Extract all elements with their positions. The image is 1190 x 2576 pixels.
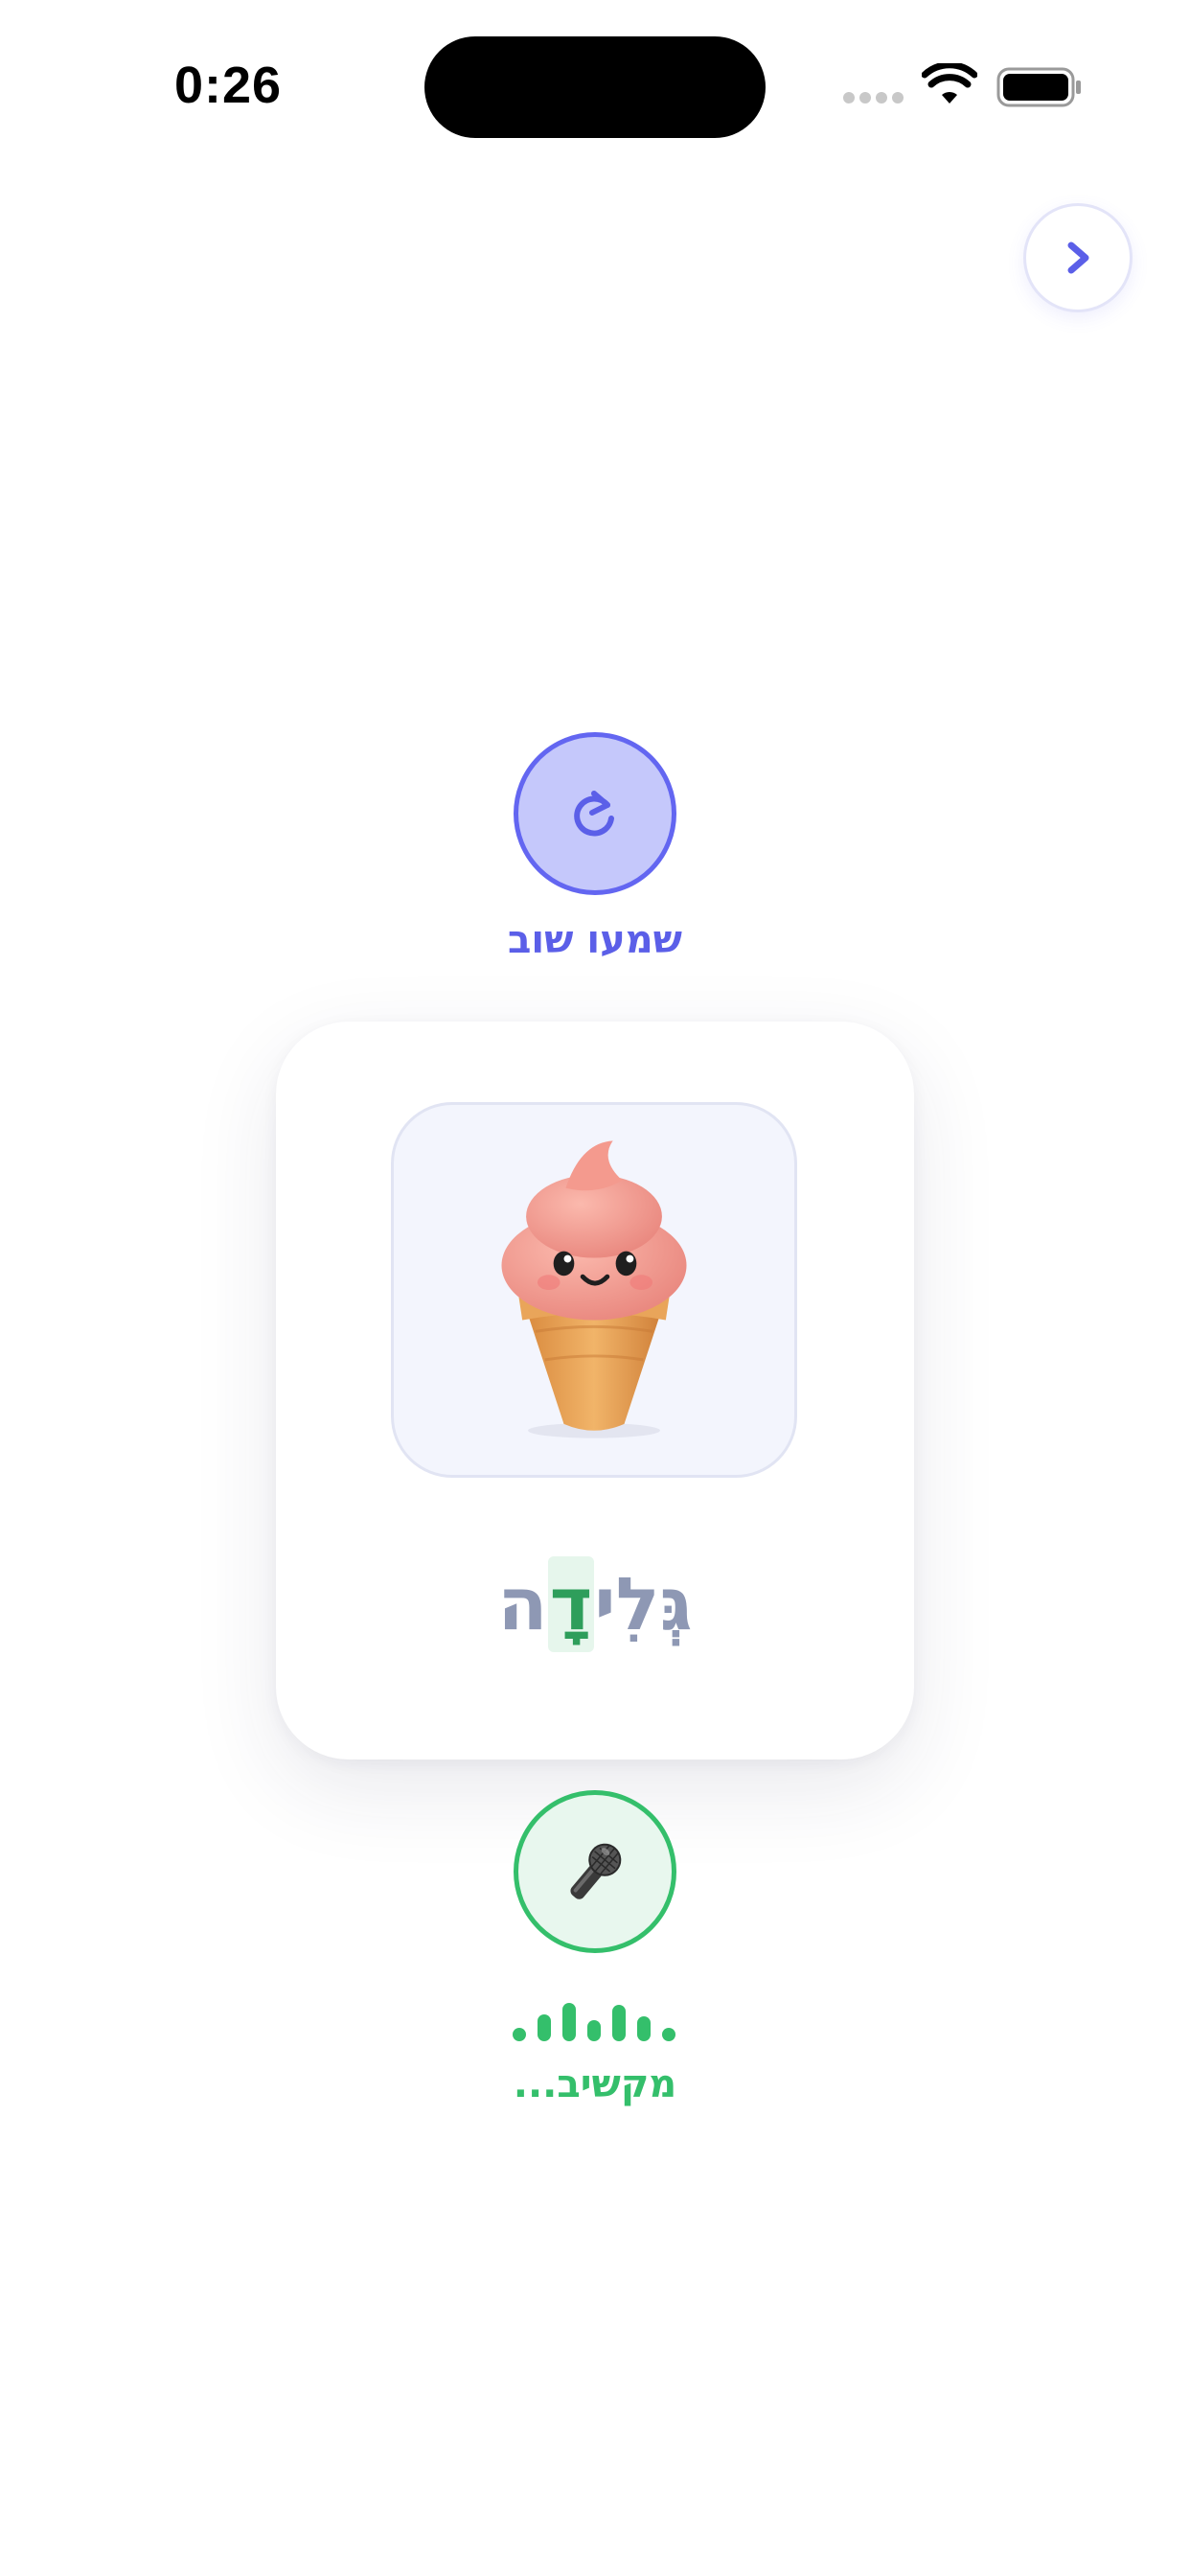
word-syllable: י bbox=[594, 1561, 616, 1646]
signal-icon bbox=[843, 92, 904, 105]
word-syllable-highlighted: דָ bbox=[547, 1556, 595, 1652]
replay-button[interactable] bbox=[514, 732, 676, 895]
screen: 0:26 שמעו שוב גְּלִידָה מקשיב... bbox=[0, 0, 1190, 2576]
word-image-frame bbox=[391, 1102, 797, 1478]
audio-level-indicator bbox=[513, 1999, 677, 2041]
word-card: גְּלִידָה bbox=[276, 1022, 914, 1760]
battery-icon bbox=[996, 67, 1081, 107]
wifi-icon bbox=[922, 63, 977, 104]
listening-status: מקשיב... bbox=[513, 2062, 677, 2106]
replay-label[interactable]: שמעו שוב bbox=[0, 918, 1190, 962]
next-button[interactable] bbox=[1023, 203, 1133, 312]
chevron-right-icon bbox=[1067, 242, 1089, 274]
microphone-icon bbox=[570, 1843, 622, 1899]
word-syllable: ה bbox=[497, 1561, 548, 1646]
status-time: 0:26 bbox=[174, 57, 283, 114]
microphone-button[interactable] bbox=[514, 1790, 676, 1953]
hebrew-word: גְּלִידָה bbox=[276, 1556, 914, 1652]
word-syllable: גְּלִ bbox=[615, 1561, 693, 1646]
ice-cream-illustration bbox=[501, 1140, 687, 1438]
dynamic-island bbox=[424, 36, 766, 138]
replay-icon bbox=[574, 791, 614, 837]
